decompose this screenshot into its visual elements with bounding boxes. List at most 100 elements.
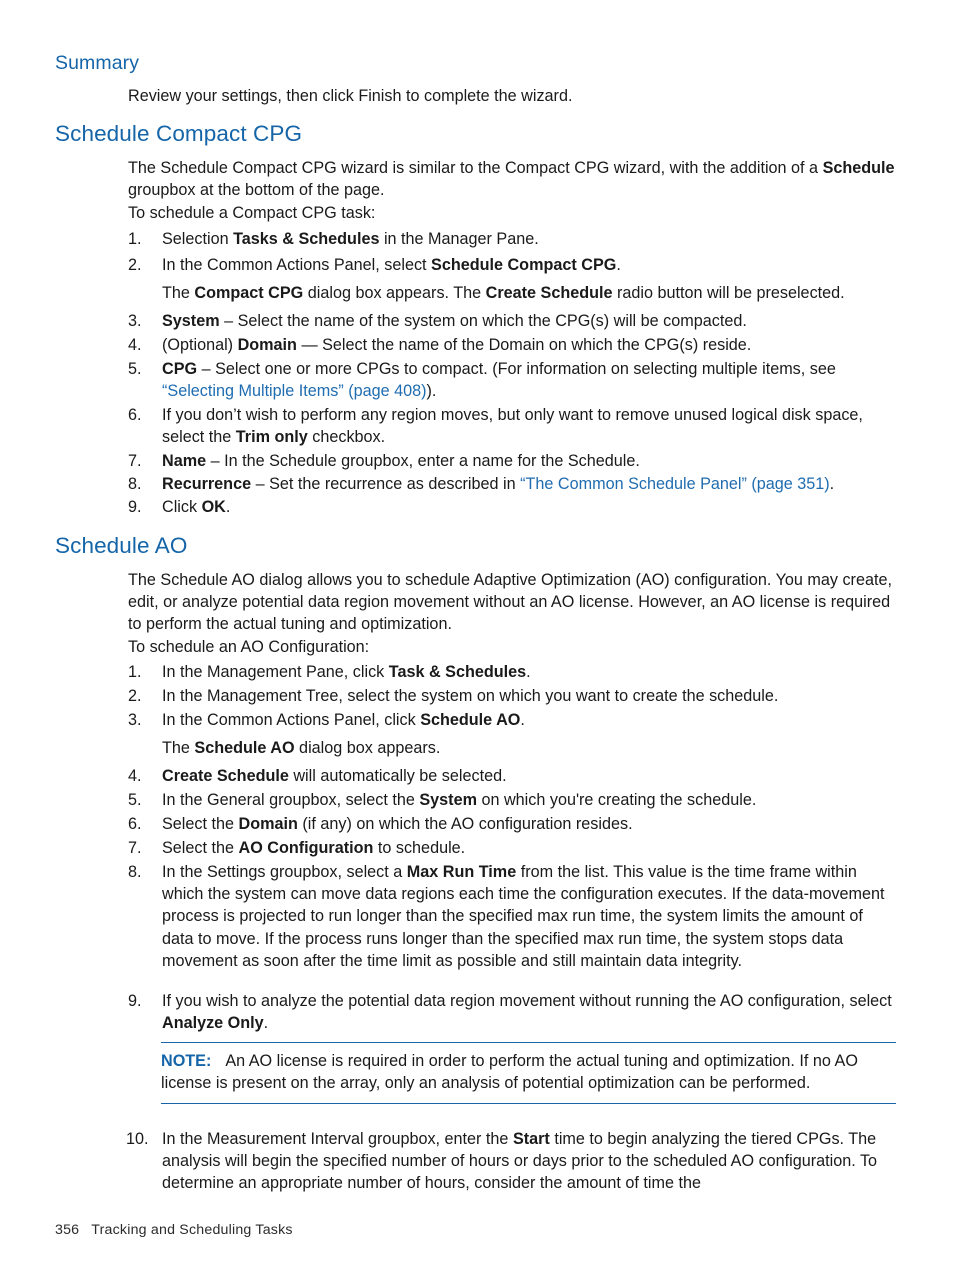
list-marker: 7.	[128, 452, 142, 470]
list-item: 6. If you don’t wish to perform any regi…	[128, 404, 896, 448]
step-pre: Selection	[162, 230, 234, 248]
list-item: 4. Create Schedule will automatically be…	[128, 765, 896, 787]
list-item: 8. In the Settings groupbox, select a Ma…	[128, 861, 896, 972]
step-post: in the Manager Pane.	[379, 230, 539, 248]
list-marker: 3.	[128, 312, 142, 330]
paragraph-compact-cpg-intro: The Schedule Compact CPG wizard is simil…	[128, 157, 896, 201]
paragraph-step2-note: The Compact CPG dialog box appears. The …	[162, 282, 896, 304]
step-mid: – Select one or more CPGs to compact. (F…	[197, 360, 836, 378]
list-item: 3. System – Select the name of the syste…	[128, 310, 896, 332]
step-pre: In the Settings groupbox, select a	[162, 863, 407, 881]
step-post: to schedule.	[373, 839, 466, 857]
step-pre: In the Measurement Interval groupbox, en…	[162, 1130, 513, 1148]
step-pre: Select the	[162, 815, 239, 833]
intro-bold-schedule: Schedule	[822, 159, 895, 177]
step-bold: Analyze Only	[162, 1014, 264, 1033]
list-marker: 5.	[128, 360, 142, 378]
list-marker: 1.	[128, 230, 142, 248]
step-post: will automatically be selected.	[288, 767, 507, 785]
list-item: 6. Select the Domain (if any) on which t…	[128, 813, 896, 835]
step-text: In the Management Tree, select the syste…	[162, 687, 779, 705]
step-post: (if any) on which the AO configuration r…	[297, 815, 633, 833]
list-marker: 2.	[128, 256, 142, 274]
step-post: — Select the name of the Domain on which…	[296, 336, 752, 354]
note-bold-compact-cpg: Compact CPG	[194, 284, 304, 302]
list-marker: 5.	[128, 791, 142, 809]
list-item: 9. Click OK.	[128, 496, 896, 518]
note-bold-create-schedule: Create Schedule	[485, 284, 613, 302]
step-post: .	[829, 475, 835, 493]
step-pre: (Optional)	[162, 336, 238, 354]
list-item: 3. In the Common Actions Panel, click Sc…	[128, 709, 896, 731]
list-item: 4. (Optional) Domain — Select the name o…	[128, 334, 896, 356]
note-post: dialog box appears.	[294, 739, 441, 757]
step-bold: AO Configuration	[238, 839, 374, 857]
list-marker: 10.	[126, 1130, 149, 1148]
step-bold: Recurrence	[162, 475, 252, 493]
list-item: 1. Selection Tasks & Schedules in the Ma…	[128, 228, 896, 250]
note-text: An AO license is required in order to pe…	[161, 1052, 858, 1093]
list-item: 7. Select the AO Configuration to schedu…	[128, 837, 896, 859]
paragraph-ao-intro: The Schedule AO dialog allows you to sch…	[128, 569, 896, 636]
heading-schedule-ao: Schedule AO	[55, 533, 188, 558]
step-post: .	[526, 663, 531, 681]
step-post: ).	[426, 382, 437, 401]
heading-schedule-compact-cpg: Schedule Compact CPG	[55, 121, 303, 146]
step-bold: System	[419, 791, 477, 809]
list-item: 8. Recurrence – Set the recurrence as de…	[128, 473, 896, 495]
step-bold: Start	[512, 1130, 550, 1148]
list-item: 7. Name – In the Schedule groupbox, ente…	[128, 450, 896, 472]
ao-intro-text: The Schedule AO dialog allows you to sch…	[128, 571, 892, 634]
list-marker: 1.	[128, 663, 142, 681]
note-pre: The	[162, 739, 195, 757]
step-bold: Task & Schedules	[388, 663, 527, 681]
paragraph-summary: Review your settings, then click Finish …	[128, 85, 896, 107]
step-pre: In the Common Actions Panel, click	[162, 711, 421, 729]
step-mid: – Set the recurrence as described in	[251, 475, 521, 493]
note-bold-schedule-ao: Schedule AO	[194, 739, 295, 757]
step-bold: CPG	[162, 360, 198, 378]
note-label: NOTE:	[161, 1052, 212, 1070]
step-bold: Schedule Compact CPG	[431, 256, 617, 274]
step-bold: Domain	[238, 815, 298, 833]
step-post: – Select the name of the system on which…	[219, 312, 747, 330]
step-post: .	[225, 498, 231, 516]
list-marker: 4.	[128, 767, 142, 785]
list-marker: 4.	[128, 336, 142, 354]
step-pre: In the Common Actions Panel, select	[162, 256, 432, 274]
cross-reference-link-common-schedule-panel[interactable]: “The Common Schedule Panel” (page 351)	[520, 475, 830, 493]
cross-reference-link-selecting-multiple-items[interactable]: “Selecting Multiple Items” (page 408)	[162, 382, 427, 400]
paragraph-compact-cpg-leadin: To schedule a Compact CPG task:	[128, 202, 896, 224]
list-marker: 8.	[128, 863, 142, 881]
paragraph-ao-step3-note: The Schedule AO dialog box appears.	[162, 737, 896, 759]
intro-prefix: The Schedule Compact CPG wizard is simil…	[128, 159, 823, 177]
step-post: .	[616, 256, 621, 274]
step-post: .	[263, 1014, 269, 1033]
list-item: 2. In the Management Tree, select the sy…	[128, 685, 896, 707]
list-item: 1. In the Management Pane, click Task & …	[128, 661, 896, 683]
paragraph-ao-leadin: To schedule an AO Configuration:	[128, 636, 896, 658]
list-marker: 6.	[128, 815, 142, 833]
list-item: 2. In the Common Actions Panel, select S…	[128, 254, 896, 276]
document-page: Summary Review your settings, then click…	[0, 0, 954, 1271]
intro-suffix: groupbox at the bottom of the page.	[128, 181, 385, 200]
step-bold: Trim only	[235, 428, 308, 447]
heading-summary: Summary	[55, 52, 140, 74]
summary-text: Review your settings, then click Finish …	[128, 87, 573, 105]
list-item: 9. If you wish to analyze the potential …	[128, 990, 896, 1034]
step-bold: Create Schedule	[162, 767, 289, 785]
note-callout-body: NOTE: An AO license is required in order …	[161, 1050, 896, 1094]
list-marker: 8.	[128, 475, 142, 493]
step-bold: Max Run Time	[406, 863, 517, 881]
list-marker: 7.	[128, 839, 142, 857]
step-post: checkbox.	[307, 428, 386, 447]
note-post: radio button will be preselected.	[612, 284, 845, 302]
note-mid: dialog box appears. The	[303, 284, 486, 302]
footer-section-title: Tracking and Scheduling Tasks	[91, 1222, 293, 1238]
step-bold: System	[162, 312, 220, 330]
list-marker: 2.	[128, 687, 142, 705]
step-pre: In the General groupbox, select the	[162, 791, 420, 809]
list-item: 5. CPG – Select one or more CPGs to comp…	[128, 358, 896, 402]
step-bold: OK	[201, 498, 226, 516]
page-footer: 356 Tracking and Scheduling Tasks	[55, 1222, 293, 1238]
